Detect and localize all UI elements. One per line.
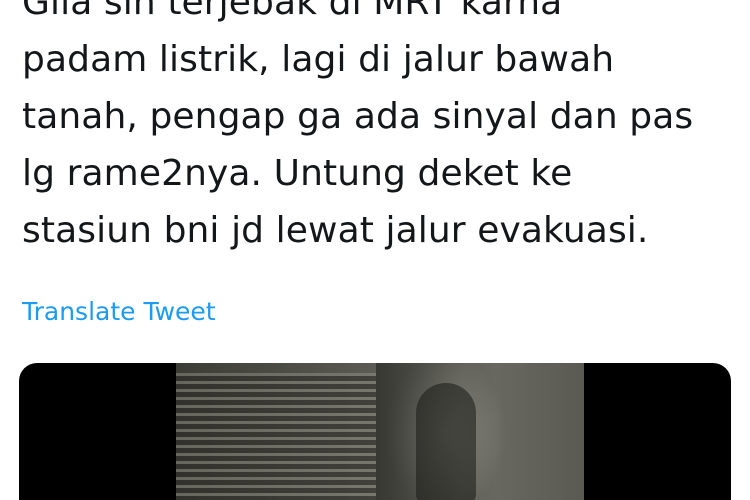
video-thumbnail (176, 363, 584, 500)
translate-tweet-link[interactable]: Translate Tweet (22, 296, 216, 328)
video-thumbnail-figure (416, 383, 476, 500)
tweet-text-line: Gila sih terjebak di MRT karna (22, 0, 563, 23)
tweet-text-line: tanah, pengap ga ada sinyal dan pas (22, 96, 694, 137)
tweet-text-line: stasiun bni jd lewat jalur evakuasi. (22, 210, 649, 251)
tweet-media-video[interactable] (19, 363, 731, 500)
tweet-text: Gila sih terjebak di MRT karna padam lis… (22, 0, 742, 259)
tweet-text-line: lg rame2nya. Untung deket ke (22, 153, 573, 194)
video-thumbnail-blinds (176, 373, 376, 500)
tweet-text-line: padam listrik, lagi di jalur bawah (22, 39, 615, 80)
